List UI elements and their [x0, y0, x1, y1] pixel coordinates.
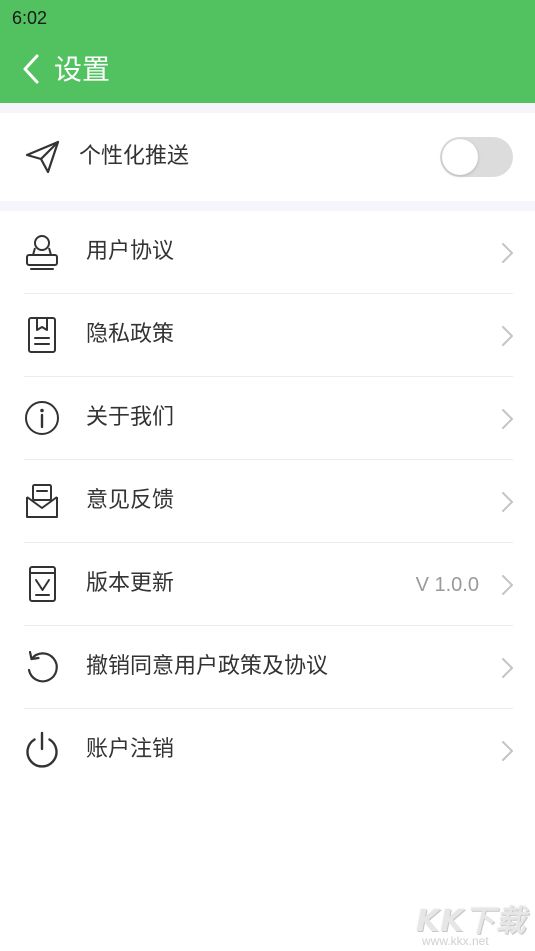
power-icon — [26, 731, 58, 768]
chevron-left-icon — [23, 54, 39, 84]
version-value: V 1.0.0 — [415, 574, 479, 596]
menu-item-revoke-consent[interactable]: 撤销同意用户政策及协议 — [0, 626, 535, 709]
chevron-right-icon — [502, 409, 513, 429]
chevron-right-icon — [502, 741, 513, 761]
section-gap — [0, 201, 535, 211]
settings-menu: 用户协议 隐私政策 关于我们 意见反馈 版本更新 V 1.0.0 撤销同意用户政… — [0, 211, 535, 792]
page-title: 设置 — [54, 53, 111, 86]
chevron-right-icon — [502, 326, 513, 346]
section-gap — [0, 103, 535, 113]
menu-item-label: 版本更新 — [86, 571, 175, 596]
menu-item-label: 意见反馈 — [86, 488, 175, 513]
chevron-right-icon — [502, 243, 513, 263]
privacy-document-icon — [28, 317, 56, 353]
version-update-icon — [29, 566, 56, 602]
toggle-knob — [442, 139, 478, 175]
feedback-mail-icon — [26, 484, 58, 518]
menu-item-label: 账户注销 — [86, 737, 175, 762]
send-icon — [25, 140, 60, 174]
chevron-right-icon — [502, 658, 513, 678]
revoke-icon — [27, 650, 58, 683]
back-button[interactable] — [14, 52, 48, 86]
menu-item-delete-account[interactable]: 账户注销 — [0, 709, 535, 792]
watermark-url: www.kkx.net — [422, 934, 489, 948]
info-icon — [25, 401, 59, 435]
menu-item-user-agreement[interactable]: 用户协议 — [0, 211, 535, 294]
chevron-right-icon — [502, 492, 513, 512]
menu-item-label: 隐私政策 — [86, 322, 175, 347]
menu-item-label: 关于我们 — [86, 405, 175, 430]
user-agreement-icon — [26, 235, 58, 270]
push-setting-row: 个性化推送 — [0, 113, 535, 201]
menu-item-privacy-policy[interactable]: 隐私政策 — [0, 294, 535, 377]
menu-item-feedback[interactable]: 意见反馈 — [0, 460, 535, 543]
menu-item-about-us[interactable]: 关于我们 — [0, 377, 535, 460]
menu-item-version-update[interactable]: 版本更新 V 1.0.0 — [0, 543, 535, 626]
site-watermark: KK下载 www.kkx.net — [412, 896, 532, 948]
app-header: 6:02 设置 — [0, 0, 535, 103]
push-setting-label: 个性化推送 — [79, 144, 190, 169]
chevron-right-icon — [502, 575, 513, 595]
status-bar-time: 6:02 — [12, 8, 48, 28]
push-toggle[interactable] — [440, 137, 513, 177]
menu-item-label: 撤销同意用户政策及协议 — [86, 654, 329, 679]
menu-item-label: 用户协议 — [86, 239, 175, 264]
